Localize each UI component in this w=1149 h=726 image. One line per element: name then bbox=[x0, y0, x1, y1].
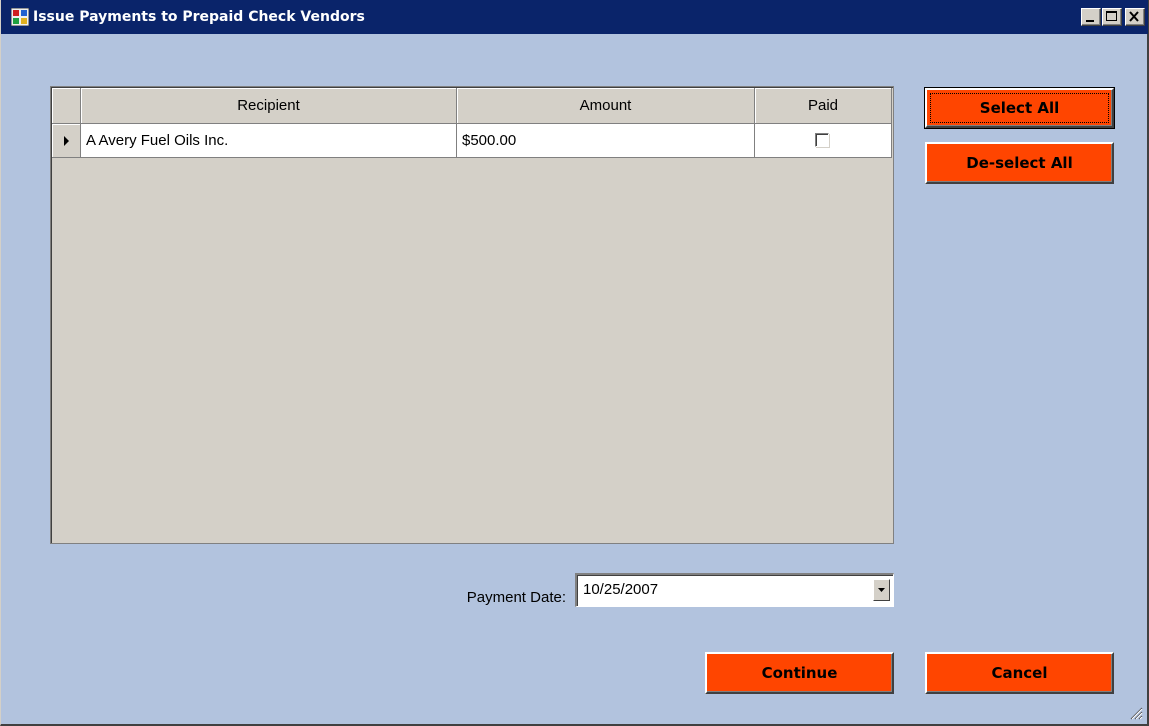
resize-grip-icon[interactable] bbox=[1127, 704, 1143, 720]
column-header-recipient[interactable]: Recipient bbox=[81, 88, 457, 124]
select-all-button[interactable]: Select All bbox=[924, 87, 1115, 129]
dialog-window: Issue Payments to Prepaid Check Vendors … bbox=[0, 0, 1149, 726]
close-button[interactable] bbox=[1125, 8, 1145, 26]
continue-button[interactable]: Continue bbox=[705, 652, 894, 694]
cell-recipient[interactable]: A Avery Fuel Oils Inc. bbox=[81, 124, 457, 158]
date-dropdown-button[interactable] bbox=[873, 579, 890, 601]
payments-grid[interactable]: Recipient Amount Paid A Avery Fuel Oils … bbox=[50, 86, 894, 544]
chevron-down-icon bbox=[878, 588, 885, 592]
paid-checkbox[interactable] bbox=[815, 133, 829, 147]
table-row[interactable]: A Avery Fuel Oils Inc. $500.00 bbox=[52, 124, 892, 158]
window-title: Issue Payments to Prepaid Check Vendors bbox=[33, 9, 365, 25]
maximize-button[interactable] bbox=[1102, 8, 1122, 26]
current-row-arrow-icon bbox=[64, 136, 69, 146]
app-window-icon bbox=[11, 8, 29, 26]
column-header-amount[interactable]: Amount bbox=[457, 88, 755, 124]
row-header[interactable] bbox=[52, 124, 81, 158]
maximize-icon bbox=[1106, 11, 1117, 21]
title-bar[interactable]: Issue Payments to Prepaid Check Vendors bbox=[1, 0, 1148, 34]
payment-date-label: Payment Date: bbox=[466, 589, 566, 606]
cell-paid[interactable] bbox=[755, 124, 892, 158]
close-icon bbox=[1129, 11, 1139, 22]
cell-amount[interactable]: $500.00 bbox=[457, 124, 755, 158]
column-header-paid[interactable]: Paid bbox=[755, 88, 892, 124]
payment-date-picker[interactable]: 10/25/2007 bbox=[575, 573, 894, 607]
minimize-icon bbox=[1086, 20, 1094, 22]
minimize-button[interactable] bbox=[1081, 8, 1101, 26]
grid-corner-cell bbox=[52, 88, 81, 124]
deselect-all-button[interactable]: De-select All bbox=[925, 142, 1114, 184]
cancel-button[interactable]: Cancel bbox=[925, 652, 1114, 694]
grid-header: Recipient Amount Paid bbox=[52, 88, 892, 124]
focus-rectangle bbox=[930, 93, 1109, 123]
payment-date-value: 10/25/2007 bbox=[583, 581, 659, 598]
